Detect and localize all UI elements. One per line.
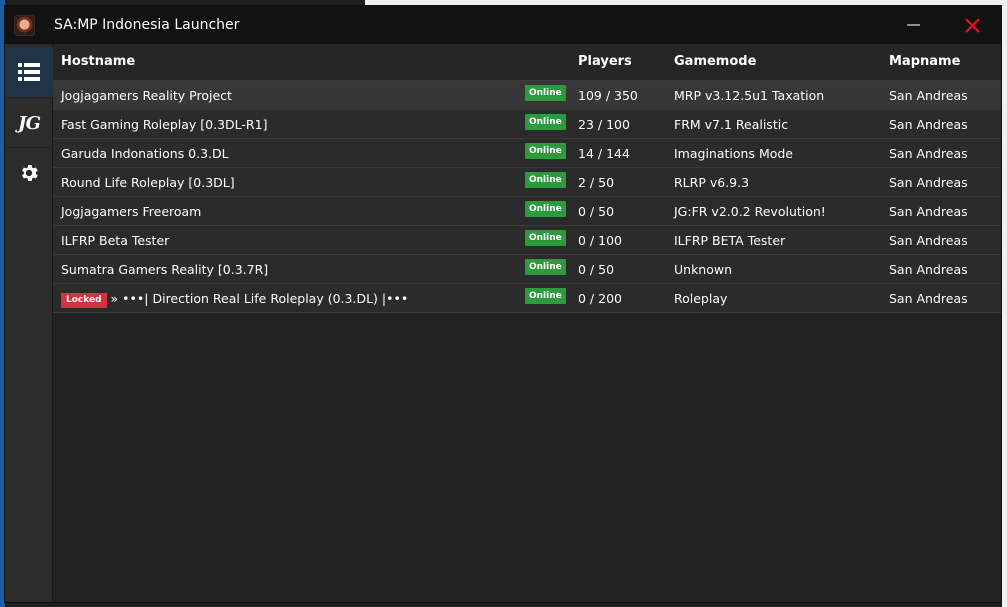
server-hostname-cell: Locked» •••| Direction Real Life Rolepla… (61, 291, 408, 308)
server-players: 14 / 144 (578, 146, 630, 161)
column-mapname[interactable]: Mapname (889, 54, 960, 70)
title-bar[interactable]: SA:MP Indonesia Launcher (5, 6, 1001, 44)
server-hostname: Jogjagamers Reality Project (61, 88, 232, 103)
column-hostname[interactable]: Hostname (61, 54, 135, 70)
table-row[interactable]: ILFRP Beta Tester Online 0 / 100 ILFRP B… (53, 226, 1001, 255)
server-players: 0 / 50 (578, 204, 615, 219)
status-badge: Online (525, 259, 566, 275)
column-players[interactable]: Players (578, 54, 632, 70)
server-gamemode: FRM v7.1 Realistic (674, 117, 789, 132)
table-header: Hostname Players Gamemode Mapname (53, 44, 1001, 81)
sidebar: JG (5, 44, 53, 602)
server-gamemode: Unknown (674, 262, 733, 277)
server-mapname: San Andreas (889, 117, 968, 132)
server-players: 0 / 50 (578, 262, 615, 277)
close-icon (964, 17, 980, 33)
sidebar-item-server-list[interactable] (5, 47, 53, 97)
locked-badge: Locked (61, 293, 107, 308)
table-row[interactable]: Jogjagamers Reality Project Online 109 /… (53, 81, 1001, 110)
server-mapname: San Andreas (889, 233, 968, 248)
status-badge: Online (525, 288, 566, 304)
server-mapname: San Andreas (889, 262, 968, 277)
minimize-icon (906, 24, 920, 26)
server-mapname: San Andreas (889, 88, 968, 103)
table-row[interactable]: Fast Gaming Roleplay [0.3DL-R1] Online 2… (53, 110, 1001, 139)
jg-logo-icon: JG (18, 112, 41, 134)
server-mapname: San Andreas (889, 204, 968, 219)
desktop-background-right (1002, 0, 1007, 607)
server-players: 23 / 100 (578, 117, 630, 132)
server-hostname: Round Life Roleplay [0.3DL] (61, 175, 235, 190)
minimize-button[interactable] (899, 11, 927, 39)
server-hostname: Jogjagamers Freeroam (61, 204, 202, 219)
status-badge: Online (525, 201, 566, 217)
server-gamemode: JG:FR v2.0.2 Revolution! (674, 204, 826, 219)
server-mapname: San Andreas (889, 146, 968, 161)
server-mapname: San Andreas (889, 291, 968, 306)
status-badge: Online (525, 143, 566, 159)
server-gamemode: RLRP v6.9.3 (674, 175, 750, 190)
server-gamemode: Imaginations Mode (674, 146, 794, 161)
table-row[interactable]: Round Life Roleplay [0.3DL] Online 2 / 5… (53, 168, 1001, 197)
app-logo-icon (14, 15, 35, 36)
server-hostname: » •••| Direction Real Life Roleplay (0.3… (110, 291, 409, 306)
status-badge: Online (525, 85, 566, 101)
server-hostname: Fast Gaming Roleplay [0.3DL-R1] (61, 117, 268, 132)
table-row[interactable]: Jogjagamers Freeroam Online 0 / 50 JG:FR… (53, 197, 1001, 226)
server-gamemode: Roleplay (674, 291, 728, 306)
window-title: SA:MP Indonesia Launcher (54, 17, 240, 33)
server-rows: Jogjagamers Reality Project Online 109 /… (53, 81, 1001, 313)
server-hostname: ILFRP Beta Tester (61, 233, 170, 248)
server-mapname: San Andreas (889, 175, 968, 190)
launcher-window: SA:MP Indonesia Launcher JG Hostname Pla… (4, 5, 1002, 603)
server-players: 0 / 200 (578, 291, 622, 306)
close-button[interactable] (958, 11, 986, 39)
sidebar-item-jg[interactable]: JG (5, 97, 53, 148)
status-badge: Online (525, 230, 566, 246)
gear-icon (22, 165, 38, 181)
server-hostname: Garuda Indonations 0.3.DL (61, 146, 229, 161)
server-gamemode: MRP v3.12.5u1 Taxation (674, 88, 825, 103)
server-hostname: Sumatra Gamers Reality [0.3.7R] (61, 262, 269, 277)
column-gamemode[interactable]: Gamemode (674, 54, 756, 70)
status-badge: Online (525, 172, 566, 188)
table-row[interactable]: Locked» •••| Direction Real Life Rolepla… (53, 284, 1001, 313)
status-badge: Online (525, 114, 566, 130)
sidebar-item-settings[interactable] (5, 147, 53, 198)
table-row[interactable]: Garuda Indonations 0.3.DL Online 14 / 14… (53, 139, 1001, 168)
list-icon (18, 63, 40, 81)
server-list: Hostname Players Gamemode Mapname Jogjag… (53, 44, 1001, 602)
server-players: 0 / 100 (578, 233, 622, 248)
table-row[interactable]: Sumatra Gamers Reality [0.3.7R] Online 0… (53, 255, 1001, 284)
server-players: 2 / 50 (578, 175, 615, 190)
server-players: 109 / 350 (578, 88, 638, 103)
server-gamemode: ILFRP BETA Tester (674, 233, 786, 248)
